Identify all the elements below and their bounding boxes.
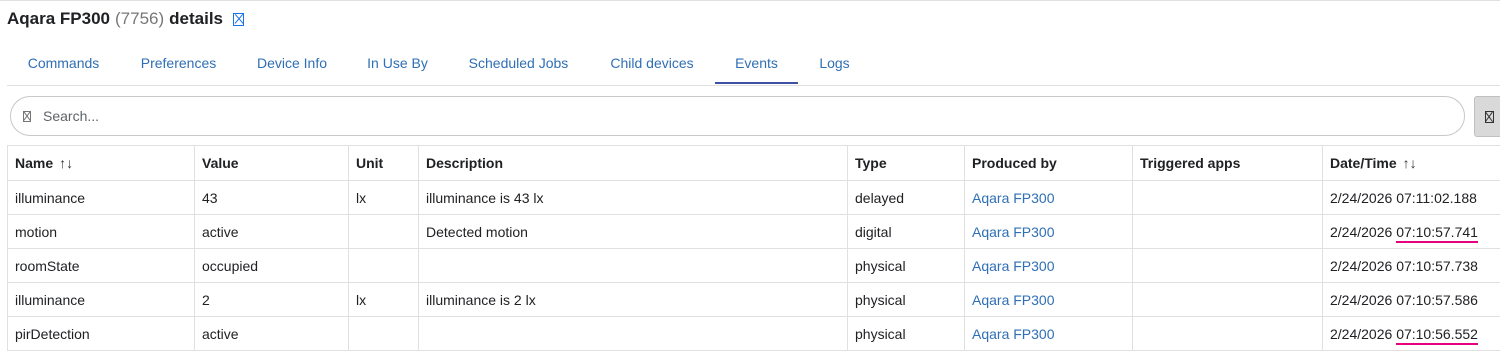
cell-unit [348, 316, 419, 351]
cell-type: digital [847, 214, 965, 249]
tab-events[interactable]: Events [715, 42, 798, 84]
cell-value: active [194, 316, 349, 351]
date: 2/24/2026 [1330, 325, 1393, 342]
column-header-date-time[interactable]: Date/Time ↑↓ [1322, 145, 1500, 181]
top-border [0, 0, 1500, 1]
cell-produced-by: Aqara FP300 [964, 248, 1133, 283]
time: 07:11:02.188 [1396, 189, 1477, 206]
cell-name: pirDetection [7, 316, 195, 351]
tab-device-info[interactable]: Device Info [237, 42, 347, 84]
table-row: roomState occupied physical Aqara FP300 … [7, 248, 1500, 283]
tab-scheduled-jobs[interactable]: Scheduled Jobs [448, 42, 589, 84]
column-header-triggered-apps: Triggered apps [1132, 145, 1323, 181]
cell-triggered-apps [1132, 180, 1323, 215]
column-header-produced-by: Produced by [964, 145, 1133, 181]
filter-icon [1484, 110, 1494, 123]
cell-unit: lx [348, 180, 419, 215]
search-icon [23, 110, 31, 122]
date: 2/24/2026 [1330, 189, 1393, 206]
cell-name: illuminance [7, 180, 195, 215]
cell-description [418, 316, 848, 351]
cell-value: 43 [194, 180, 349, 215]
cell-produced-by: Aqara FP300 [964, 180, 1133, 215]
device-id: (7756) [115, 9, 165, 28]
column-header-description: Description [418, 145, 848, 181]
cell-description: illuminance is 2 lx [418, 282, 848, 317]
tab-preferences[interactable]: Preferences [120, 42, 237, 84]
produced-by-link[interactable]: Aqara FP300 [972, 326, 1055, 342]
cell-date-time: 2/24/2026 07:10:56.552 [1322, 316, 1500, 351]
device-name: Aqara FP300 [7, 9, 110, 28]
cell-type: physical [847, 248, 965, 283]
table-row: pirDetection active physical Aqara FP300… [7, 316, 1500, 351]
tab-in-use-by[interactable]: In Use By [347, 42, 448, 84]
search-bar [10, 96, 1465, 136]
table-row: illuminance 43 lx illuminance is 43 lx d… [7, 180, 1500, 215]
date: 2/24/2026 [1330, 223, 1393, 240]
column-header-value: Value [194, 145, 349, 181]
cell-produced-by: Aqara FP300 [964, 282, 1133, 317]
cell-unit: lx [348, 282, 419, 317]
table-row: motion active Detected motion digital Aq… [7, 214, 1500, 249]
date: 2/24/2026 [1330, 291, 1393, 308]
cell-triggered-apps [1132, 214, 1323, 249]
column-header-unit: Unit [348, 145, 419, 181]
cell-value: occupied [194, 248, 349, 283]
column-header-name[interactable]: Name ↑↓ [7, 145, 195, 181]
search-action-button[interactable] [1474, 96, 1500, 137]
cell-date-time: 2/24/2026 07:10:57.586 [1322, 282, 1500, 317]
cell-type: physical [847, 316, 965, 351]
date: 2/24/2026 [1330, 257, 1393, 274]
page-title: Aqara FP300 (7756) details [7, 8, 244, 30]
cell-description: illuminance is 43 lx [418, 180, 848, 215]
cell-triggered-apps [1132, 248, 1323, 283]
produced-by-link[interactable]: Aqara FP300 [972, 224, 1055, 240]
tab-child-devices[interactable]: Child devices [589, 42, 715, 84]
cell-produced-by: Aqara FP300 [964, 214, 1133, 249]
tab-logs[interactable]: Logs [798, 42, 871, 84]
cell-name: roomState [7, 248, 195, 283]
cell-description: Detected motion [418, 214, 848, 249]
title-suffix: details [169, 9, 223, 28]
produced-by-link[interactable]: Aqara FP300 [972, 292, 1055, 308]
cell-name: motion [7, 214, 195, 249]
time: 07:10:57.738 [1396, 257, 1478, 274]
cell-triggered-apps [1132, 316, 1323, 351]
table-row: illuminance 2 lx illuminance is 2 lx phy… [7, 282, 1500, 317]
cell-type: delayed [847, 180, 965, 215]
tab-commands[interactable]: Commands [7, 42, 120, 84]
events-table: Name ↑↓ Value Unit Description Type Produ… [7, 145, 1500, 351]
search-input[interactable] [41, 107, 1425, 125]
produced-by-link[interactable]: Aqara FP300 [972, 190, 1055, 206]
tab-bar: Commands Preferences Device Info In Use … [7, 42, 1500, 86]
edit-icon[interactable] [233, 12, 244, 26]
cell-produced-by: Aqara FP300 [964, 316, 1133, 351]
cell-name: illuminance [7, 282, 195, 317]
cell-date-time: 2/24/2026 07:10:57.741 [1322, 214, 1500, 249]
cell-value: active [194, 214, 349, 249]
cell-date-time: 2/24/2026 07:10:57.738 [1322, 248, 1500, 283]
time: 07:10:57.586 [1396, 291, 1478, 308]
time-annotated: 07:10:57.741 [1396, 223, 1478, 243]
time-annotated: 07:10:56.552 [1396, 325, 1478, 345]
cell-date-time: 2/24/2026 07:11:02.188 [1322, 180, 1500, 215]
produced-by-link[interactable]: Aqara FP300 [972, 258, 1055, 274]
sort-icon[interactable]: ↑↓ [1403, 155, 1417, 171]
cell-unit [348, 214, 419, 249]
cell-unit [348, 248, 419, 283]
column-header-type: Type [847, 145, 965, 181]
table-header-row: Name ↑↓ Value Unit Description Type Produ… [7, 145, 1500, 181]
sort-icon[interactable]: ↑↓ [59, 155, 73, 171]
cell-triggered-apps [1132, 282, 1323, 317]
cell-description [418, 248, 848, 283]
cell-value: 2 [194, 282, 349, 317]
cell-type: physical [847, 282, 965, 317]
